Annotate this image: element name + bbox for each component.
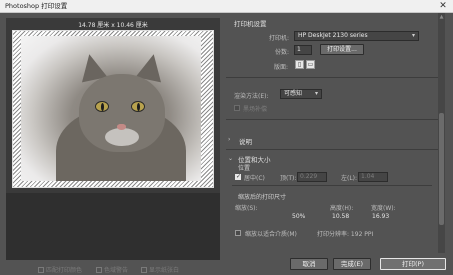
center-label: 居中(C) [244,175,265,182]
rendering-label: 渲染方法(E): [234,93,269,100]
section-divider [226,149,438,150]
left-input[interactable]: 1.04 [358,172,388,182]
fit-media-checkbox[interactable] [235,230,241,236]
copies-input[interactable]: 1 [294,45,312,55]
left-label: 左(L): [341,175,358,182]
window-titlebar: Photoshop 打印设置 ✕ [0,0,453,13]
cat-muzzle [105,128,139,146]
section-divider [226,77,438,78]
chevron-down-icon[interactable]: ⌄ [228,155,233,162]
gamut-warning-checkbox[interactable] [96,267,102,273]
rendering-select[interactable]: 可感知 ▾ [280,89,322,99]
top-label: 顶(T): [280,175,297,182]
width-value[interactable]: 16.93 [372,213,389,220]
print-dialog: 14.78 厘米 x 10.46 厘米 匹配打印颜色 色域警告 显示纸张白 打印… [0,13,453,275]
match-print-colors-label: 匹配打印颜色 [46,267,83,274]
window-title: Photoshop 打印设置 [5,2,68,10]
scrollbar-thumb[interactable] [439,113,444,225]
bpc-checkbox[interactable] [234,105,240,111]
layout-label: 版面: [274,64,289,71]
gamut-warning-label: 色域警告 [104,267,129,274]
cat-eye-right [131,101,145,112]
chevron-right-icon[interactable]: › [228,136,230,143]
landscape-icon[interactable]: ▭ [306,60,315,69]
fit-media-label: 缩放以适合介质(M) [245,231,297,238]
copies-label: 份数: [275,49,290,56]
portrait-icon[interactable]: ▯ [295,60,304,69]
settings-scrollbar[interactable]: ▲ [438,13,445,253]
show-paper-white-checkbox[interactable] [141,267,147,273]
printer-select[interactable]: HP DeskJet 2130 series ▾ [294,31,419,41]
printer-setup-title: 打印机设置 [234,20,267,28]
print-preview: 14.78 厘米 x 10.46 厘米 [6,18,220,260]
cancel-button[interactable]: 取消 [290,258,328,270]
paper-preview [12,30,214,188]
description-title[interactable]: 说明 [239,136,252,146]
done-button[interactable]: 完成(E) [333,258,371,270]
show-paper-white-option[interactable]: 显示纸张白 [141,265,179,274]
printer-value: HP DeskJet 2130 series [298,32,368,39]
height-label: 高度(H): [330,205,354,212]
position-label: 位置 [238,165,251,172]
print-button[interactable]: 打印(P) [380,258,446,270]
scale-label: 缩放(S): [235,205,258,212]
scaled-size-title: 缩放后的打印尺寸 [238,194,287,201]
printer-label: 打印机: [269,35,290,42]
print-dimensions: 14.78 厘米 x 10.46 厘米 [78,22,148,29]
close-icon[interactable]: ✕ [433,0,453,13]
match-print-colors-checkbox[interactable] [38,267,44,273]
top-input[interactable]: 0.229 [297,172,327,182]
cat-photo[interactable] [21,36,201,181]
chevron-down-icon: ▾ [314,90,318,97]
bpc-label: 黑场补偿 [243,106,268,113]
scroll-up-icon[interactable]: ▲ [439,14,444,20]
preview-options: 匹配打印颜色 色域警告 显示纸张白 [38,265,218,274]
section-divider [226,119,438,120]
chevron-down-icon: ▾ [411,32,415,39]
settings-panel[interactable]: 打印机设置 打印机: HP DeskJet 2130 series ▾ 份数: … [226,13,446,253]
section-divider [232,185,432,186]
cat-eye-left [95,101,109,112]
preview-empty-area [6,193,220,260]
rendering-value: 可感知 [284,90,303,97]
cat-nose [117,124,126,130]
gamut-warning-option[interactable]: 色域警告 [96,265,128,274]
height-value[interactable]: 10.58 [332,213,349,220]
print-resolution: 打印分辨率: 192 PPI [317,231,374,238]
match-print-colors-option[interactable]: 匹配打印颜色 [38,265,82,274]
show-paper-white-label: 显示纸张白 [149,267,180,274]
scale-value[interactable]: 50% [292,213,305,220]
print-settings-button[interactable]: 打印设置... [320,44,364,55]
center-checkbox[interactable] [235,173,241,180]
width-label: 宽度(W): [371,205,396,212]
